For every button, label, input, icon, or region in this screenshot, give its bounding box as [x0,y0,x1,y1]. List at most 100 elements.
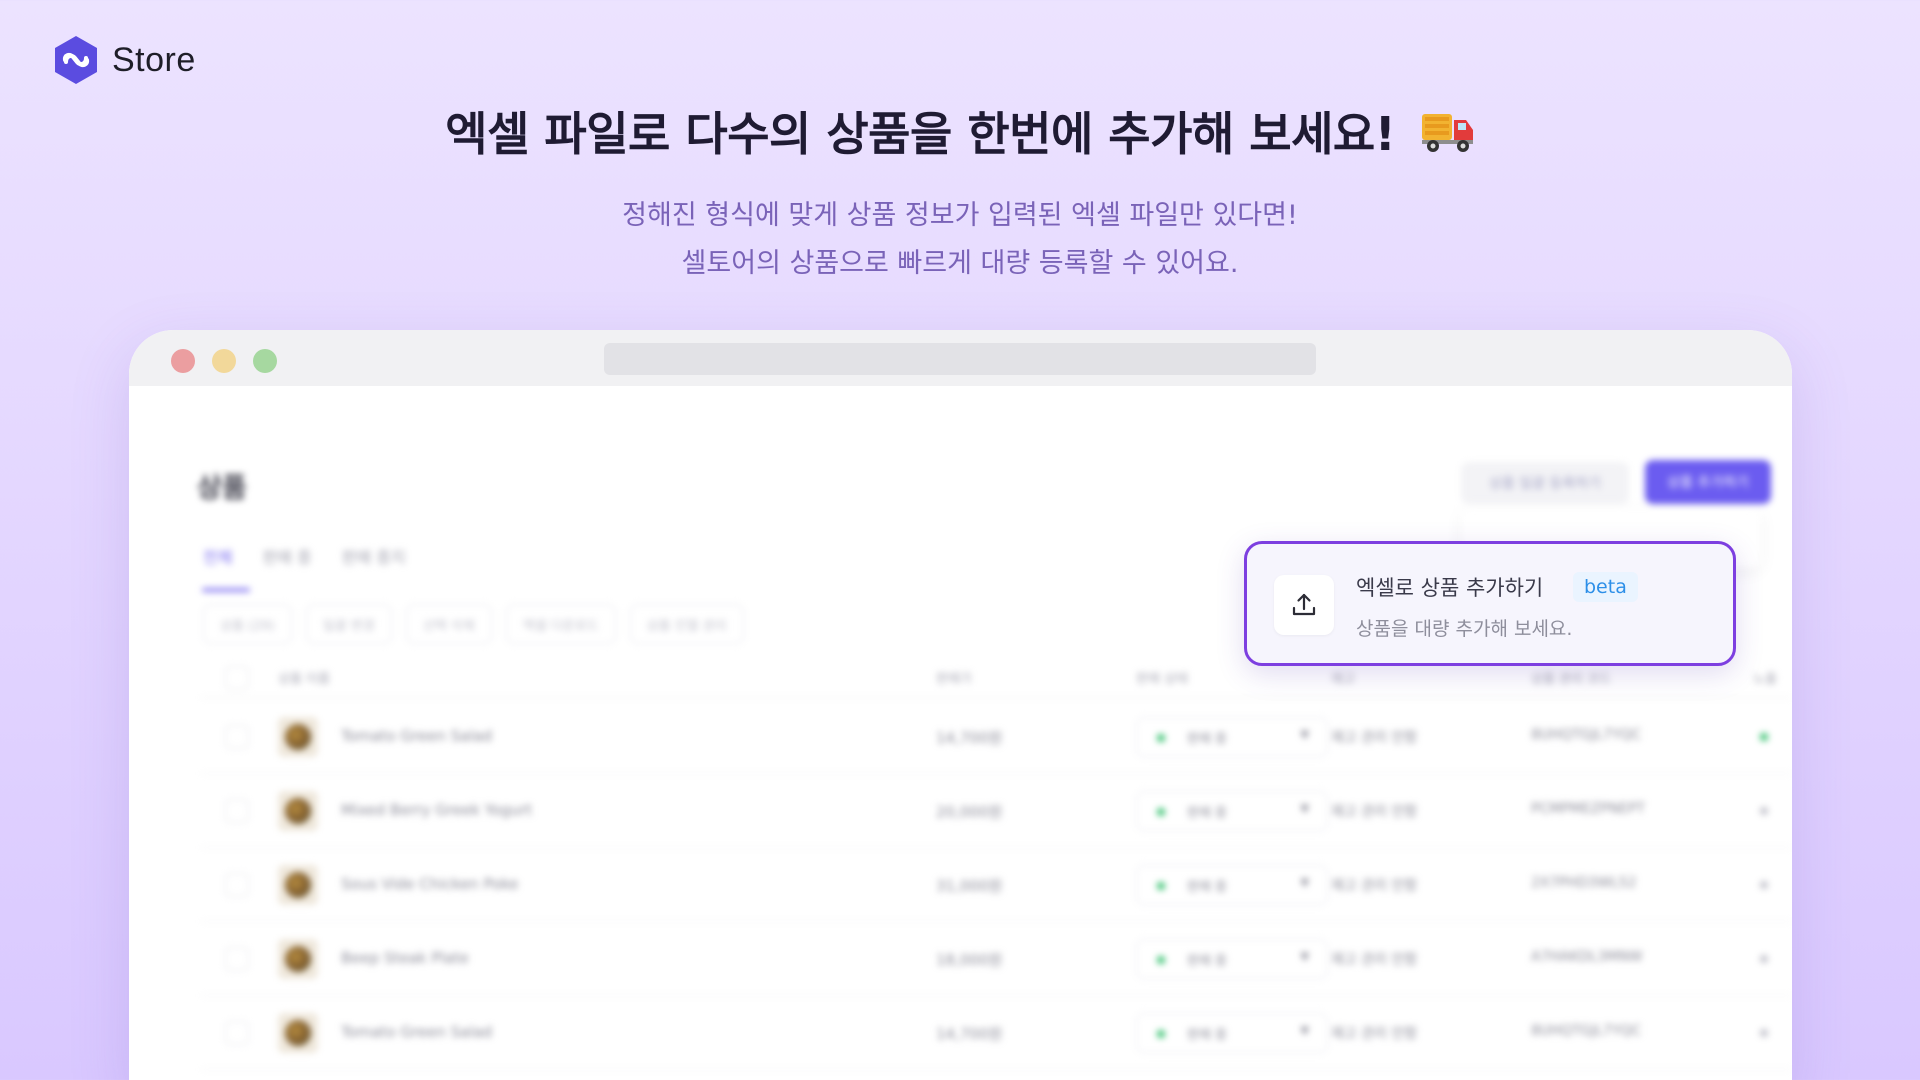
select-all-checkbox[interactable] [225,666,249,690]
add-product-button[interactable]: 상품 추가하기 [1645,460,1771,504]
visibility-dot-icon[interactable] [1760,733,1768,741]
status-select[interactable]: 판매 중 ▼ [1136,865,1328,905]
display-manage-select[interactable]: 상품 진열 관리 [629,604,744,644]
product-code: 8UHQTGJL7YQC [1531,1023,1642,1039]
column-price: 판매가 [936,672,972,687]
chevron-down-icon: ▼ [1300,876,1309,889]
chevron-down-icon: ▼ [1300,802,1309,815]
product-price: 14,700원 [936,729,1003,747]
page-title: 상품 [197,473,247,504]
status-tabs: 전체 판매 중 판매 중지 [203,544,406,568]
stock-value: 재고 관리 안함 [1331,1026,1418,1042]
status-select[interactable]: 판매 중 ▼ [1136,939,1328,979]
address-bar[interactable] [604,343,1316,375]
product-name[interactable]: Tomato Green Salad [341,727,492,745]
product-thumbnail [278,939,318,979]
product-price: 14,700원 [936,1025,1003,1043]
status-dot-icon [1157,1030,1165,1038]
hero-subtitle-line2: 셀토어의 상품으로 빠르게 대량 등록할 수 있어요. [681,248,1239,279]
column-visible: 노출 [1753,672,1777,687]
upload-icon [1274,575,1334,635]
product-name[interactable]: Beep Steak Plate [341,949,469,967]
close-window-dot[interactable] [171,349,195,373]
excel-import-title: 엑셀로 상품 추가하기 [1356,576,1544,600]
filter-toolbar: 상품 (29) 일괄 변경 선택 삭제 엑셀 다운로드 상품 진열 관리 [203,604,744,644]
product-thumbnail [278,865,318,905]
bulk-change-select[interactable]: 일괄 변경 [305,604,392,644]
delete-selected-button[interactable]: 선택 삭제 [405,604,492,644]
hero-subtitle-line1: 정해진 형식에 맞게 상품 정보가 입력된 엑셀 파일만 있다면! [622,200,1298,231]
status-label: 판매 중 [1187,732,1228,747]
table-row[interactable]: Tomato Green Salad 14,700원 판매 중 ▼ 재고 관리 … [201,996,1792,1070]
product-price: 18,000원 [936,951,1003,969]
product-admin-page: 상품 상품 일괄 등록하기 상품 추가하기 전체 판매 중 판매 중지 상품 (… [129,386,1792,1080]
status-label: 판매 중 [1187,954,1228,969]
stock-value: 재고 관리 안함 [1331,878,1418,894]
truck-icon [1421,110,1475,165]
column-code: 상품 관리 코드 [1531,672,1612,687]
product-count-filter[interactable]: 상품 (29) [203,604,292,644]
row-checkbox[interactable] [225,947,249,971]
product-code: 8UHQTGJL7YQC [1531,727,1642,743]
status-select[interactable]: 판매 중 ▼ [1136,717,1328,757]
table-row[interactable]: Tomato Green Salad 14,700원 판매 중 ▼ 재고 관리 … [201,700,1792,774]
column-stock: 재고 [1331,672,1355,687]
hero-title-text: 엑셀 파일로 다수의 상품을 한번에 추가해 보세요! [445,107,1396,161]
hero-subtitle: 정해진 형식에 맞게 상품 정보가 입력된 엑셀 파일만 있다면! 셀토어의 상… [0,192,1920,288]
stock-value: 재고 관리 안함 [1331,804,1418,820]
product-name[interactable]: Sous Vide Chicken Poke [341,875,519,893]
excel-import-option[interactable]: 엑셀로 상품 추가하기 beta 상품을 대량 추가해 보세요. [1244,541,1736,666]
chevron-down-icon: ▼ [1300,1024,1309,1037]
status-label: 판매 중 [1187,1028,1228,1043]
status-label: 판매 중 [1187,880,1228,895]
product-thumbnail [278,717,318,757]
beta-badge: beta [1573,572,1638,602]
excel-download-button[interactable]: 엑셀 다운로드 [505,604,616,644]
chevron-down-icon: ▼ [1300,728,1309,741]
tab-on-sale[interactable]: 판매 중 [262,544,311,568]
product-code: PCMPMEZPNEPT [1531,801,1646,817]
product-code: 2X7PHD3WL52 [1531,875,1637,891]
browser-window: 상품 상품 일괄 등록하기 상품 추가하기 전체 판매 중 판매 중지 상품 (… [129,330,1792,1080]
minimize-window-dot[interactable] [212,349,236,373]
active-tab-indicator [202,588,250,592]
product-name[interactable]: Mixed Berry Greek Yogurt [341,801,532,819]
row-checkbox[interactable] [225,1021,249,1045]
table-row[interactable]: Sous Vide Chicken Poke 31,000원 판매 중 ▼ 재고… [201,848,1792,922]
visibility-dot-icon[interactable] [1760,881,1768,889]
product-thumbnail [278,1013,318,1053]
row-checkbox[interactable] [225,873,249,897]
status-dot-icon [1157,882,1165,890]
bulk-register-button[interactable]: 상품 일괄 등록하기 [1461,462,1629,504]
excel-import-description: 상품을 대량 추가해 보세요. [1356,618,1573,640]
maximize-window-dot[interactable] [253,349,277,373]
tab-suspended[interactable]: 판매 중지 [342,544,406,568]
status-select[interactable]: 판매 중 ▼ [1136,791,1328,831]
status-dot-icon [1157,956,1165,964]
browser-titlebar [129,330,1792,386]
column-status: 판매 상태 [1136,672,1188,687]
product-code: A7HAKDL3MNW [1531,949,1643,965]
stock-value: 재고 관리 안함 [1331,952,1418,968]
status-select[interactable]: 판매 중 ▼ [1136,1013,1328,1053]
visibility-dot-icon[interactable] [1760,807,1768,815]
column-name: 상품 이름 [278,672,330,687]
product-price: 31,000원 [936,877,1003,895]
brand-logo: Store [52,34,196,86]
status-dot-icon [1157,734,1165,742]
row-checkbox[interactable] [225,799,249,823]
visibility-dot-icon[interactable] [1760,1029,1768,1037]
table-row[interactable]: Mixed Berry Greek Yogurt 20,000원 판매 중 ▼ … [201,774,1792,848]
hero-title: 엑셀 파일로 다수의 상품을 한번에 추가해 보세요! [0,98,1920,165]
product-price: 20,000원 [936,803,1003,821]
store-logo-icon [52,34,100,86]
row-checkbox[interactable] [225,725,249,749]
stock-value: 재고 관리 안함 [1331,730,1418,746]
visibility-dot-icon[interactable] [1760,955,1768,963]
product-name[interactable]: Tomato Green Salad [341,1023,492,1041]
status-dot-icon [1157,808,1165,816]
table-row[interactable]: Beep Steak Plate 18,000원 판매 중 ▼ 재고 관리 안함… [201,922,1792,996]
product-thumbnail [278,791,318,831]
tab-all[interactable]: 전체 [203,544,232,568]
status-label: 판매 중 [1187,806,1228,821]
